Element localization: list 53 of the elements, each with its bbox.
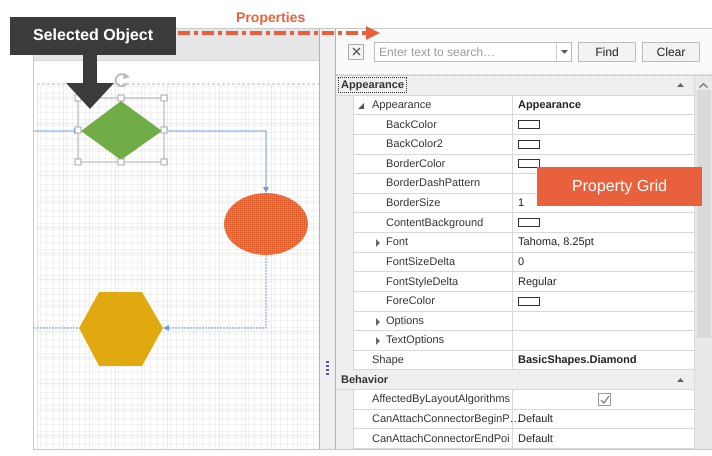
property-name: Appearance	[372, 98, 432, 111]
find-button[interactable]: Find	[578, 42, 636, 62]
property-value: Tahoma, 8.25pt	[518, 236, 594, 248]
property-name: BackColor2	[386, 138, 443, 150]
ellipse-shape[interactable]	[224, 193, 308, 255]
property-name: BorderColor	[386, 158, 446, 170]
property-value: Default	[518, 412, 553, 425]
clear-button[interactable]: Clear	[642, 42, 700, 62]
caret-icon[interactable]	[560, 50, 568, 54]
property-value: 0	[518, 256, 524, 268]
property-value: Default	[518, 432, 553, 445]
property-name: CanAttachConnectorEndPoi	[372, 432, 510, 445]
property-name: ContentBackground	[386, 216, 484, 229]
search-field[interactable]: Enter text to search…	[374, 42, 556, 62]
color-swatch[interactable]	[518, 296, 540, 306]
collapse-icon[interactable]	[677, 378, 684, 382]
collapsed-triangle-icon[interactable]	[375, 239, 382, 247]
property-value: BasicShapes.Diamond	[518, 354, 637, 366]
property-name: TextOptions	[386, 334, 444, 346]
category-header[interactable]: Behavior	[339, 372, 390, 387]
property-value: Regular	[518, 276, 557, 288]
close-button[interactable]	[348, 44, 364, 60]
collapsed-triangle-icon[interactable]	[375, 318, 382, 326]
color-swatch[interactable]	[518, 159, 540, 168]
property-name: Options	[386, 314, 424, 327]
color-swatch[interactable]	[518, 120, 540, 130]
property-value: Appearance	[518, 98, 581, 111]
property-name: FontStyleDelta	[386, 276, 458, 288]
collapsed-triangle-icon[interactable]	[375, 337, 382, 346]
color-swatch[interactable]	[518, 140, 540, 149]
property-name: FontSizeDelta	[386, 256, 456, 268]
dropdown-button[interactable]	[556, 42, 572, 62]
expanded-triangle-icon[interactable]	[358, 102, 365, 110]
callout-label: Selected Object	[10, 17, 176, 55]
properties-label: Properties	[236, 9, 306, 25]
property-name: Font	[386, 236, 408, 248]
property-name: BorderDashPattern	[386, 177, 480, 190]
property-name: BackColor	[386, 118, 437, 131]
collapse-icon[interactable]	[677, 83, 684, 88]
checkbox[interactable]	[598, 392, 611, 406]
property-name: AffectedByLayoutAlgorithms	[372, 393, 510, 406]
property-name: BorderSize	[386, 197, 440, 210]
callout-label: Property Grid	[537, 167, 702, 206]
property-name: ForeColor	[386, 295, 435, 308]
category-header[interactable]: Appearance	[339, 78, 406, 92]
color-swatch[interactable]	[518, 218, 540, 228]
selection-handles[interactable]	[74, 94, 168, 166]
property-name: Shape	[372, 354, 404, 366]
scrollbar-thumb[interactable]	[696, 90, 710, 338]
splitter-grip-icon[interactable]	[326, 361, 329, 375]
property-value: 1	[518, 197, 524, 210]
close-icon[interactable]	[352, 47, 360, 56]
scroll-up-icon[interactable]	[699, 83, 708, 88]
